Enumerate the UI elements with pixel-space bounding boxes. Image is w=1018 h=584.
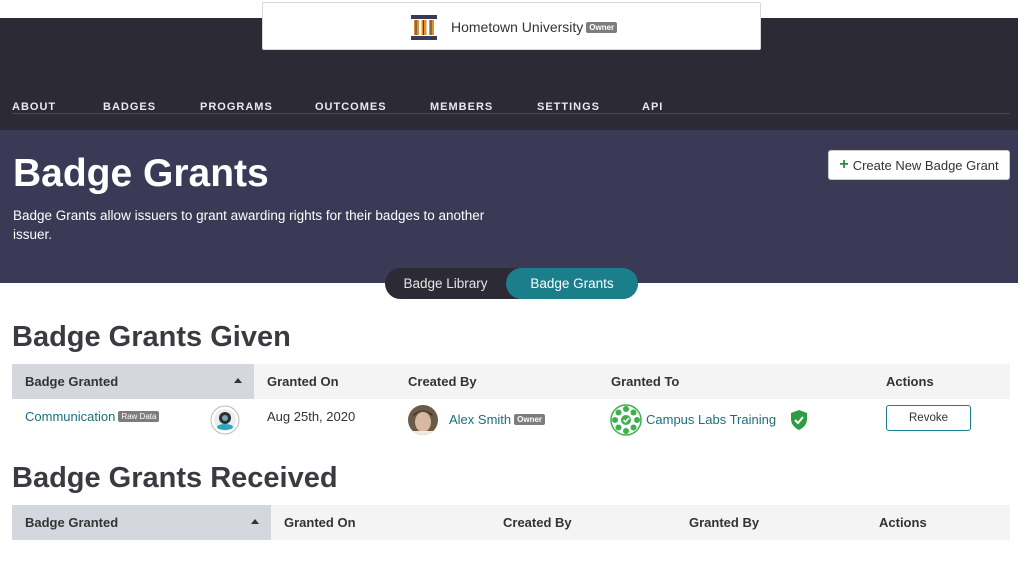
given-col-granted-on[interactable]: Granted On [267,364,339,399]
sort-ascending-icon [234,378,242,383]
view-toggle: Badge Library Badge Grants [385,268,638,299]
campus-labs-logo-icon [610,404,642,436]
nav-divider [12,113,1010,114]
granted-to-cell: Campus Labs Training [646,412,776,427]
creator-link[interactable]: Alex Smith [449,412,511,427]
nav-api[interactable]: API [642,101,682,113]
given-col-granted-to[interactable]: Granted To [611,364,679,399]
page-hero: Badge Grants Badge Grants allow issuers … [0,130,1018,283]
creator-owner-badge: Owner [514,414,546,426]
granted-on-value: Aug 25th, 2020 [267,409,356,424]
raw-data-tag: Raw Data [118,411,160,423]
org-name: Hometown University Owner [451,19,618,35]
received-col-granted-by[interactable]: Granted By [689,505,759,540]
received-col-granted-on[interactable]: Granted On [284,505,356,540]
owner-badge: Owner [586,21,618,33]
badge-link[interactable]: Communication [25,409,115,424]
received-col-actions: Actions [879,515,927,530]
nav-badges[interactable]: BADGES [103,101,200,113]
table-row: Communication Raw Data Aug 25th, 2020 Ale… [12,399,1010,441]
given-table-header: Badge Granted Granted On Created By Gran… [12,364,1010,399]
granted-to-link[interactable]: Campus Labs Training [646,412,776,427]
main-nav: ABOUT BADGES PROGRAMS OUTCOMES MEMBERS S… [12,101,682,113]
avatar [408,405,438,435]
sort-ascending-icon [251,519,259,524]
create-badge-grant-label: Create New Badge Grant [852,157,999,173]
given-col-created-by[interactable]: Created By [408,364,477,399]
user-avatar-icon [408,405,438,435]
given-col-badge-granted-label: Badge Granted [25,374,119,389]
badge-image-icon [210,405,240,435]
org-header-card[interactable]: Hometown University Owner [262,2,761,50]
received-table-header: Badge Granted Granted On Created By Gran… [12,505,1010,540]
plus-icon: + [839,156,849,173]
received-col-badge-granted-label: Badge Granted [25,515,119,530]
nav-programs[interactable]: PROGRAMS [200,101,315,113]
received-col-badge-granted[interactable]: Badge Granted [12,505,271,540]
given-section-title: Badge Grants Given [12,321,291,353]
nav-settings[interactable]: SETTINGS [537,101,642,113]
received-section-title: Badge Grants Received [12,462,338,494]
org-name-text: Hometown University [451,19,584,35]
given-col-badge-granted[interactable]: Badge Granted [12,364,254,399]
created-by-cell: Alex Smith Owner [449,412,546,427]
toggle-badge-library[interactable]: Badge Library [385,268,506,299]
nav-members[interactable]: MEMBERS [430,101,537,113]
revoke-button[interactable]: Revoke [886,405,971,431]
nav-outcomes[interactable]: OUTCOMES [315,101,430,113]
university-building-icon [411,15,437,40]
received-col-created-by[interactable]: Created By [503,505,572,540]
page-title: Badge Grants [13,152,269,195]
badge-cell: Communication Raw Data [25,409,160,424]
given-col-actions: Actions [886,374,934,389]
toggle-badge-grants[interactable]: Badge Grants [506,268,638,299]
verified-shield-icon [791,410,807,430]
nav-about[interactable]: ABOUT [12,101,103,113]
page-description: Badge Grants allow issuers to grant awar… [13,208,485,242]
create-badge-grant-button[interactable]: + Create New Badge Grant [828,150,1010,180]
